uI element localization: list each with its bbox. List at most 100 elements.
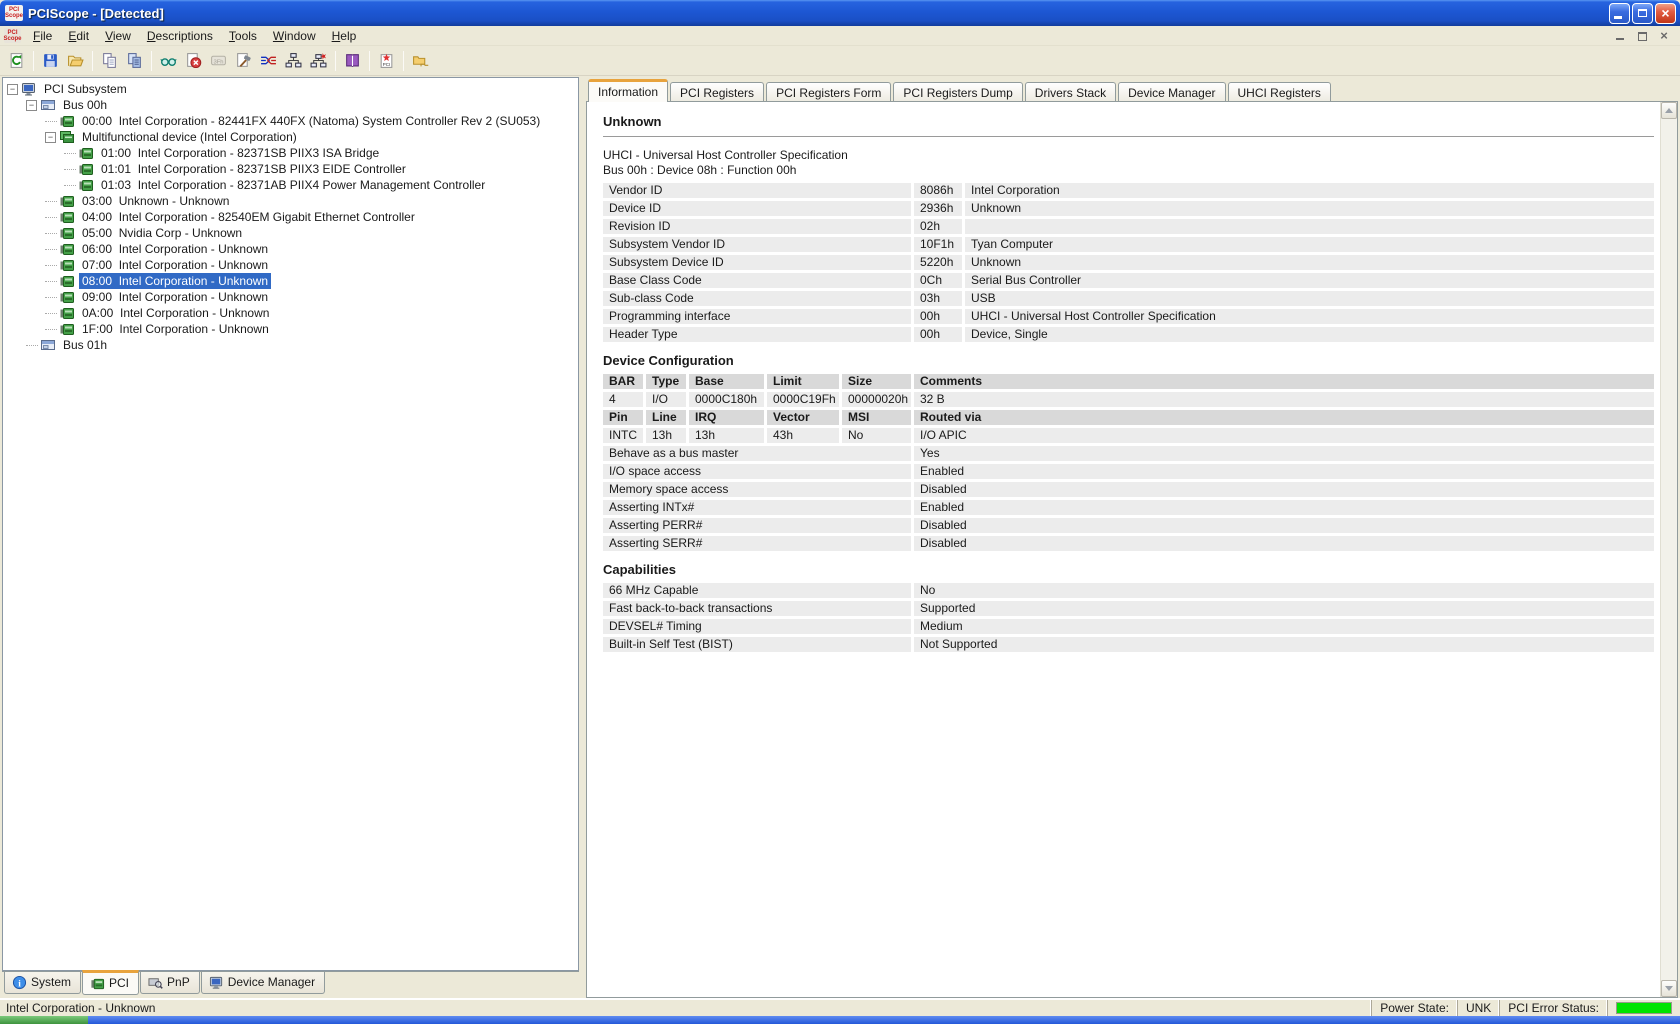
bottom-tab-device-manager[interactable]: Device Manager [201, 972, 325, 994]
information-content: Unknown UHCI - Universal Host Controller… [587, 102, 1660, 997]
table-cell: Fast back-to-back transactions [603, 601, 911, 616]
menu-view[interactable]: View [97, 27, 139, 45]
toolbar-refresh-button[interactable] [4, 49, 29, 73]
table-cell: Unknown [965, 255, 1654, 270]
svg-text:i: i [18, 979, 21, 989]
toolbar-copy-structure-button[interactable] [122, 49, 147, 73]
close-icon: × [1661, 6, 1669, 20]
tree-connector [45, 249, 57, 250]
toolbar-hex-3fh-button[interactable]: 3Fh [206, 49, 231, 73]
table-cell: Disabled [914, 482, 1654, 497]
table-cell: Built-in Self Test (BIST) [603, 637, 911, 652]
menu-tools[interactable]: Tools [221, 27, 265, 45]
tab-device-manager[interactable]: Device Manager [1118, 82, 1225, 102]
minimize-button[interactable] [1609, 3, 1630, 24]
toolbar-tools-button[interactable] [231, 49, 256, 73]
table-cell: 00h [914, 327, 962, 342]
tree-item[interactable]: 08:00 Intel Corporation - Unknown [3, 273, 578, 289]
bottom-tab-label: PnP [167, 975, 190, 989]
tree-expander-icon[interactable]: − [7, 84, 18, 95]
table-cell: No [914, 583, 1654, 598]
tree-item[interactable]: −PCI Subsystem [3, 81, 578, 97]
tab-pci-registers[interactable]: PCI Registers [670, 82, 764, 102]
tree-item[interactable]: 03:00 Unknown - Unknown [3, 193, 578, 209]
devmgr-icon [209, 975, 224, 990]
scroll-up-button[interactable] [1661, 102, 1677, 119]
table-row: DEVSEL# TimingMedium [603, 619, 1654, 634]
table-row: 4I/O0000C180h0000C19Fh00000020h32 B [603, 392, 1654, 407]
toolbar-copy-button[interactable] [97, 49, 122, 73]
tree-item[interactable]: −Multifunctional device (Intel Corporati… [3, 129, 578, 145]
close-button[interactable]: × [1655, 3, 1676, 24]
toolbar-help-book-button[interactable] [340, 49, 365, 73]
mdi-child-icon[interactable]: PCIScope [4, 28, 21, 43]
menu-descriptions[interactable]: Descriptions [139, 27, 221, 45]
tree-connector [64, 153, 76, 154]
menu-file[interactable]: File [25, 27, 60, 45]
table-cell: Asserting PERR# [603, 518, 911, 533]
bottom-tab-pnp[interactable]: PnP [140, 972, 200, 994]
tree-item[interactable]: 01:00 Intel Corporation - 82371SB PIIX3 … [3, 145, 578, 161]
tree-item-label: 01:00 Intel Corporation - 82371SB PIIX3 … [98, 145, 382, 161]
tree-item[interactable]: 01:03 Intel Corporation - 82371AB PIIX4 … [3, 177, 578, 193]
restore-button[interactable] [1632, 3, 1653, 24]
toolbar-compare-button[interactable] [256, 49, 281, 73]
tree-item[interactable]: 00:00 Intel Corporation - 82441FX 440FX … [3, 113, 578, 129]
tree-item[interactable]: Bus 01h [3, 337, 578, 353]
tree-expander-icon[interactable]: − [45, 132, 56, 143]
panel-splitter[interactable] [579, 77, 586, 998]
device-icon [59, 289, 75, 305]
toolbar-folder-tree-button[interactable] [408, 49, 433, 73]
tab-information[interactable]: Information [588, 79, 668, 102]
mdi-close-button[interactable]: × [1656, 29, 1672, 42]
toolbar-open-button[interactable] [63, 49, 88, 73]
left-panel: −PCI Subsystem−Bus 00h00:00 Intel Corpor… [2, 77, 579, 998]
bottom-tab-label: PCI [109, 976, 129, 990]
table-cell: I/O [646, 392, 686, 407]
table-row: Fast back-to-back transactionsSupported [603, 601, 1654, 616]
tree-item[interactable]: 07:00 Intel Corporation - Unknown [3, 257, 578, 273]
tab-pci-registers-form[interactable]: PCI Registers Form [766, 82, 891, 102]
bottom-tab-bar: iSystem PCI PnP Device Manager [2, 971, 579, 998]
tree-connector [45, 217, 57, 218]
start-button-fragment[interactable] [0, 1016, 88, 1024]
tree-item[interactable]: 01:01 Intel Corporation - 82371SB PIIX3 … [3, 161, 578, 177]
table-row: I/O space accessEnabled [603, 464, 1654, 479]
menu-edit[interactable]: Edit [60, 27, 97, 45]
toolbar-hierarchy-scan-button[interactable] [306, 49, 331, 73]
menu-help[interactable]: Help [324, 27, 365, 45]
bottom-tab-system[interactable]: iSystem [4, 972, 81, 994]
menu-window[interactable]: Window [265, 27, 324, 45]
tree-item[interactable]: 05:00 Nvidia Corp - Unknown [3, 225, 578, 241]
tree-item-label: 04:00 Intel Corporation - 82540EM Gigabi… [79, 209, 418, 225]
tree-item[interactable]: 09:00 Intel Corporation - Unknown [3, 289, 578, 305]
device-id-table: Vendor ID8086hIntel CorporationDevice ID… [603, 183, 1654, 342]
tab-uhci-registers[interactable]: UHCI Registers [1228, 82, 1331, 102]
bottom-tab-pci[interactable]: PCI [82, 970, 139, 995]
tree-item[interactable]: 04:00 Intel Corporation - 82540EM Gigabi… [3, 209, 578, 225]
toolbar-pci-scan-button[interactable]: PCI [374, 49, 399, 73]
tree-item[interactable]: 0A:00 Intel Corporation - Unknown [3, 305, 578, 321]
tab-pci-registers-dump[interactable]: PCI Registers Dump [893, 82, 1022, 102]
table-cell: Behave as a bus master [603, 446, 911, 461]
tree-item[interactable]: −Bus 00h [3, 97, 578, 113]
toolbar-stop-button[interactable] [181, 49, 206, 73]
refresh-icon [8, 52, 25, 69]
tree-expander-icon[interactable]: − [26, 100, 37, 111]
scroll-down-button[interactable] [1661, 980, 1677, 997]
toolbar-view-button[interactable] [156, 49, 181, 73]
table-cell: 02h [914, 219, 962, 234]
toolbar-hierarchy-button[interactable] [281, 49, 306, 73]
table-cell: Device, Single [965, 327, 1654, 342]
tree-item[interactable]: 1F:00 Intel Corporation - Unknown [3, 321, 578, 337]
toolbar-save-button[interactable] [38, 49, 63, 73]
mdi-restore-button[interactable] [1634, 29, 1650, 42]
mdi-minimize-button[interactable] [1612, 29, 1628, 42]
copy-icon [101, 52, 118, 69]
pci-scan-icon: PCI [378, 52, 395, 69]
tree-item[interactable]: 06:00 Intel Corporation - Unknown [3, 241, 578, 257]
tab-drivers-stack[interactable]: Drivers Stack [1025, 82, 1116, 102]
tree-item-label: 01:01 Intel Corporation - 82371SB PIIX3 … [98, 161, 409, 177]
table-cell: UHCI - Universal Host Controller Specifi… [965, 309, 1654, 324]
vertical-scrollbar[interactable] [1660, 102, 1677, 997]
